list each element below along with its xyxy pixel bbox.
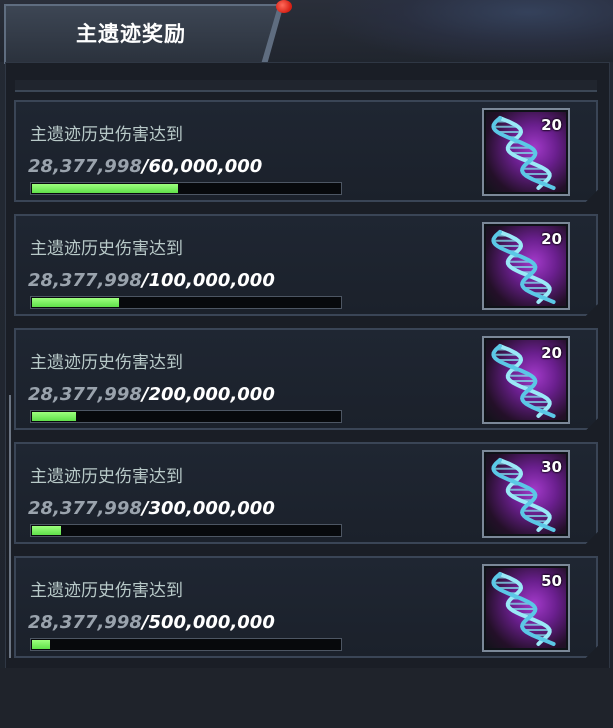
progress-bar	[30, 296, 342, 309]
reward-item-count: 20	[541, 344, 562, 362]
reward-item-slot[interactable]: 50	[482, 564, 570, 652]
target-damage: 500,000,000	[148, 612, 275, 633]
progress-bar-fill	[32, 184, 178, 193]
current-damage: 28,377,998	[28, 270, 142, 291]
reward-item-count: 20	[541, 116, 562, 134]
progress-text: 28,377,998/100,000,000	[28, 270, 275, 291]
progress-text: 28,377,998/60,000,000	[28, 156, 262, 177]
target-damage: 200,000,000	[148, 384, 275, 405]
current-damage: 28,377,998	[28, 156, 142, 177]
current-damage: 28,377,998	[28, 612, 142, 633]
reward-condition-label: 主遗迹历史伤害达到	[30, 125, 183, 145]
reward-item-slot[interactable]: 30	[482, 450, 570, 538]
progress-bar-fill	[32, 412, 76, 421]
reward-item-count: 50	[541, 572, 562, 590]
notification-dot	[276, 0, 292, 13]
reward-item-slot[interactable]: 20	[482, 336, 570, 424]
reward-condition-label: 主遗迹历史伤害达到	[30, 467, 183, 487]
progress-bar-fill	[32, 298, 119, 307]
progress-bar	[30, 410, 342, 423]
reward-row: 主遗迹历史伤害达到 28,377,998/200,000,000 20	[14, 328, 598, 430]
reward-item-slot[interactable]: 20	[482, 108, 570, 196]
reward-condition-label: 主遗迹历史伤害达到	[30, 239, 183, 259]
reward-row: 主遗迹历史伤害达到 28,377,998/60,000,000 20	[14, 100, 598, 202]
header-background-art	[330, 0, 613, 62]
scrollbar[interactable]	[9, 395, 11, 658]
progress-bar	[30, 638, 342, 651]
target-damage: 300,000,000	[148, 498, 275, 519]
progress-bar-fill	[32, 526, 61, 535]
current-damage: 28,377,998	[28, 384, 142, 405]
reward-condition-label: 主遗迹历史伤害达到	[30, 581, 183, 601]
progress-text: 28,377,998/200,000,000	[28, 384, 275, 405]
target-damage: 100,000,000	[148, 270, 275, 291]
reward-condition-label: 主遗迹历史伤害达到	[30, 353, 183, 373]
progress-bar-fill	[32, 640, 50, 649]
reward-item-count: 20	[541, 230, 562, 248]
reward-item-count: 30	[541, 458, 562, 476]
reward-row: 主遗迹历史伤害达到 28,377,998/500,000,000 50	[14, 556, 598, 658]
target-damage: 60,000,000	[148, 156, 263, 177]
reward-item-slot[interactable]: 20	[482, 222, 570, 310]
reward-window: 主遗迹奖励 主遗迹历史伤害达到 28,377,998/60,000,000 20…	[0, 0, 613, 728]
progress-text: 28,377,998/300,000,000	[28, 498, 275, 519]
reward-row: 主遗迹历史伤害达到 28,377,998/300,000,000 30	[14, 442, 598, 544]
page-title: 主遗迹奖励	[76, 22, 186, 46]
current-damage: 28,377,998	[28, 498, 142, 519]
progress-bar	[30, 182, 342, 195]
progress-text: 28,377,998/500,000,000	[28, 612, 275, 633]
progress-bar	[30, 524, 342, 537]
list-top-divider	[15, 80, 597, 92]
bottom-area	[0, 668, 613, 728]
reward-row: 主遗迹历史伤害达到 28,377,998/100,000,000 20	[14, 214, 598, 316]
